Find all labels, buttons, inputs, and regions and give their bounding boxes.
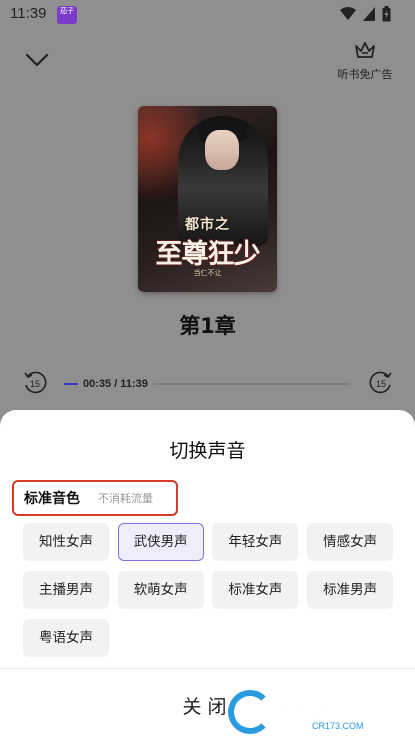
voice-option[interactable]: 标准女声 xyxy=(212,571,299,609)
adfree-label: 听书免广告 xyxy=(337,68,393,81)
chapter-title: 第1章 xyxy=(179,314,236,338)
status-time: 11:39 xyxy=(10,5,47,22)
voice-option[interactable]: 标准男声 xyxy=(307,571,394,609)
watermark-sub: CR173.COM xyxy=(312,721,364,731)
voice-option[interactable]: 情感女声 xyxy=(307,523,394,561)
adfree-button[interactable]: 听书免广告 xyxy=(335,40,395,82)
time-display[interactable]: 00:35 / 11:39 xyxy=(78,375,153,393)
watermark-text: 西西软件园 xyxy=(266,698,368,723)
voice-option[interactable]: 知性女声 xyxy=(23,523,109,561)
cover-author: 当仁不让 xyxy=(193,269,222,277)
progress-fill xyxy=(64,383,79,385)
cover-title: 至尊狂少 xyxy=(155,239,261,270)
standard-voice-section: 标准音色 不消耗流量 xyxy=(12,480,178,516)
voice-option[interactable]: 软萌女声 xyxy=(117,571,204,609)
rewind-label: 15 xyxy=(30,379,40,389)
crown-icon xyxy=(355,42,375,58)
app-notification-icon: 茄子 xyxy=(57,6,77,24)
forward-15-button[interactable]: 15 xyxy=(368,370,394,396)
battery-icon xyxy=(382,6,391,22)
divider xyxy=(0,668,415,669)
signal-icon xyxy=(363,7,375,21)
section-name: 标准音色 xyxy=(24,491,80,507)
voice-option[interactable]: 武侠男声 xyxy=(117,523,204,561)
status-bar: 11:39 茄子 xyxy=(0,0,415,30)
wifi-icon xyxy=(340,7,356,20)
voice-option[interactable]: 主播男声 xyxy=(23,571,109,609)
sheet-title: 切换声音 xyxy=(169,440,246,462)
forward-label: 15 xyxy=(376,379,386,389)
section-note: 不消耗流量 xyxy=(98,492,153,505)
voice-option[interactable]: 粤语女声 xyxy=(23,619,109,657)
rewind-15-button[interactable]: 15 xyxy=(22,370,48,396)
audio-player: 15 00:35 / 11:39 15 xyxy=(22,370,394,398)
voice-option[interactable]: 年轻女声 xyxy=(212,523,299,561)
watermark-logo: 西西软件园 CR173.COM xyxy=(228,686,415,738)
system-icons xyxy=(340,6,391,22)
cover-title-top: 都市之 xyxy=(185,217,230,233)
collapse-chevron-icon[interactable] xyxy=(24,50,50,70)
book-cover: 都市之 至尊狂少 当仁不让 xyxy=(138,106,277,292)
